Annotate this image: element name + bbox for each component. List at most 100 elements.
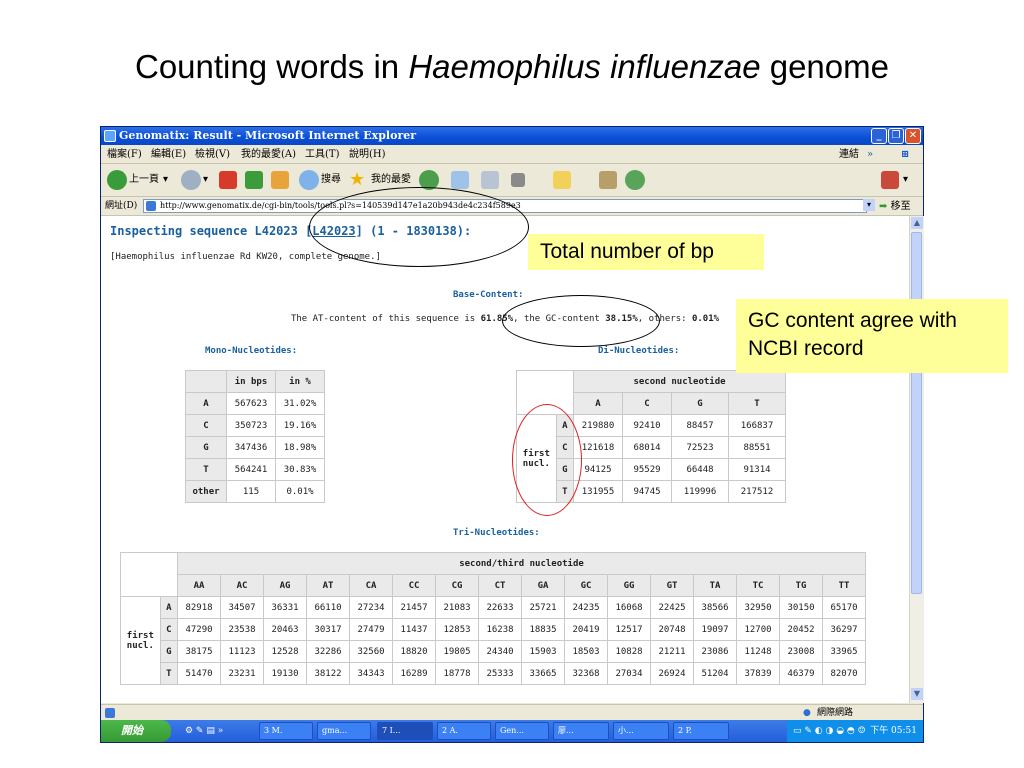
- acrobat-icon[interactable]: [881, 171, 899, 189]
- menu-file[interactable]: 檔案(F): [107, 146, 142, 163]
- column-header: TT: [822, 574, 866, 597]
- menu-view[interactable]: 檢視(V): [195, 146, 230, 163]
- tray-icons[interactable]: ▭ ✎ ◐ ◑ ◒ ◓ ☺: [793, 720, 866, 742]
- row-header: C: [159, 618, 179, 641]
- stop-icon[interactable]: [219, 171, 237, 189]
- close-icon[interactable]: ✕: [905, 128, 921, 144]
- others-value: 0.01%: [691, 314, 720, 324]
- scroll-down-icon[interactable]: ▼: [911, 688, 923, 700]
- slide-title: Counting words in Haemophilus influenzae…: [0, 48, 1024, 86]
- row-header: A: [159, 596, 179, 619]
- table-cell: 66110: [306, 596, 350, 619]
- back-arrow-icon[interactable]: [107, 170, 127, 190]
- acrobat-dropdown-icon[interactable]: ▾: [903, 169, 908, 191]
- table-cell: 38122: [306, 662, 350, 685]
- back-dropdown-icon[interactable]: ▾: [163, 169, 168, 191]
- table-row: C 350723 19.16%: [185, 414, 325, 437]
- forward-arrow-icon[interactable]: [181, 170, 201, 190]
- toolbar: 上一頁 ▾ ▾ 搜尋 ★ 我的最愛 ▾: [101, 164, 923, 197]
- taskbar-item-gen[interactable]: Gen...: [495, 722, 549, 740]
- table-row: T 51470 23231 19130 38122 34343 16289 18778 2533…: [121, 662, 866, 685]
- table-cell: 16238: [478, 618, 522, 641]
- taskbar-item-5[interactable]: 廖...: [553, 722, 609, 740]
- quicklaunch-icons[interactable]: ⚙ ✎ ▤ »: [185, 720, 223, 742]
- messenger-icon[interactable]: [625, 170, 645, 190]
- forward-dropdown-icon[interactable]: ▾: [203, 169, 208, 191]
- table-cell: 21211: [650, 640, 694, 663]
- row-header: other: [185, 480, 227, 503]
- clock[interactable]: 下午 05:51: [870, 720, 917, 742]
- row-header: G: [185, 436, 227, 459]
- search-icon[interactable]: [299, 170, 319, 190]
- menu-favorites[interactable]: 我的最愛(A): [241, 146, 296, 163]
- column-header: AG: [263, 574, 307, 597]
- title-suffix: genome: [760, 48, 889, 85]
- table-cell: 20748: [650, 618, 694, 641]
- links-chevron-icon[interactable]: »: [867, 146, 873, 163]
- scroll-thumb[interactable]: [911, 232, 922, 594]
- table-cell: 25333: [478, 662, 522, 685]
- scroll-up-icon[interactable]: ▲: [911, 217, 923, 229]
- refresh-icon[interactable]: [245, 171, 263, 189]
- status-page-icon: [105, 708, 115, 718]
- column-header: C: [622, 392, 672, 415]
- edit-icon[interactable]: [511, 173, 525, 187]
- discuss-icon[interactable]: [553, 171, 571, 189]
- address-dropdown-icon[interactable]: ▾: [863, 199, 875, 211]
- go-arrow-icon: ➡: [879, 201, 888, 212]
- column-header: AT: [306, 574, 350, 597]
- table-cell: 131955: [573, 480, 623, 503]
- table-cell: 32950: [736, 596, 780, 619]
- heading-text: Inspecting sequence L42023 [: [110, 224, 313, 238]
- taskbar-item-acrobat[interactable]: 2 A.: [437, 722, 491, 740]
- table-cell: 12853: [435, 618, 479, 641]
- gc-highlight-ellipse: [502, 295, 660, 347]
- table-cell: 72523: [671, 436, 729, 459]
- taskbar-item-6[interactable]: 小...: [613, 722, 669, 740]
- taskbar-item-gma[interactable]: gma...: [317, 722, 371, 740]
- favorites-star-icon[interactable]: ★: [349, 169, 365, 191]
- vertical-scrollbar[interactable]: ▲ ▼: [909, 216, 924, 703]
- window-titlebar[interactable]: Genomatix: Result - Microsoft Internet E…: [101, 127, 923, 145]
- column-header: TC: [736, 574, 780, 597]
- maximize-icon[interactable]: ❐: [888, 128, 904, 144]
- minimize-icon[interactable]: _: [871, 128, 887, 144]
- table-cell: 18820: [392, 640, 436, 663]
- taskbar-item-word[interactable]: 3 M.: [259, 722, 313, 740]
- taskbar-item-7[interactable]: 2 P.: [673, 722, 729, 740]
- menu-tools[interactable]: 工具(T): [305, 146, 339, 163]
- menu-edit[interactable]: 編輯(E): [151, 146, 186, 163]
- table-row: C 47290 23538 20463 30317 27479 11437 12853 1623…: [121, 618, 866, 641]
- search-button[interactable]: 搜尋: [321, 169, 341, 191]
- go-button[interactable]: ➡ 移至: [879, 198, 911, 216]
- gc-agree-line2: NCBI record: [748, 337, 864, 360]
- taskbar-item-ie[interactable]: 7 I...: [377, 722, 433, 740]
- row-group-header: first nucl.: [120, 596, 161, 685]
- row-header: A: [185, 392, 227, 415]
- table-cell: 11248: [736, 640, 780, 663]
- print-icon[interactable]: [481, 171, 499, 189]
- table-cell: 38566: [693, 596, 737, 619]
- research-icon[interactable]: [599, 171, 617, 189]
- table-cell: 88457: [671, 414, 729, 437]
- table-cell: 30317: [306, 618, 350, 641]
- row-header: G: [159, 640, 179, 663]
- tri-nucleotides-label: Tri-Nucleotides:: [453, 528, 540, 538]
- table-cell: 19805: [435, 640, 479, 663]
- start-button[interactable]: 開始: [101, 720, 171, 742]
- back-button[interactable]: 上一頁: [129, 169, 159, 191]
- column-header: TG: [779, 574, 823, 597]
- internet-zone-icon: ●: [803, 708, 811, 718]
- column-header: G: [671, 392, 729, 415]
- table-cell: 21457: [392, 596, 436, 619]
- table-cell: 22633: [478, 596, 522, 619]
- mail-icon[interactable]: [451, 171, 469, 189]
- table-cell: 34507: [220, 596, 264, 619]
- menu-help[interactable]: 說明(H): [349, 146, 386, 163]
- home-icon[interactable]: [271, 171, 289, 189]
- table-cell: 22425: [650, 596, 694, 619]
- table-cell: 36297: [822, 618, 866, 641]
- links-label[interactable]: 連結: [839, 146, 859, 163]
- row-header: C: [185, 414, 227, 437]
- table-row: first nucl. A 82918 34507 36331 66110 27234 214…: [120, 596, 866, 685]
